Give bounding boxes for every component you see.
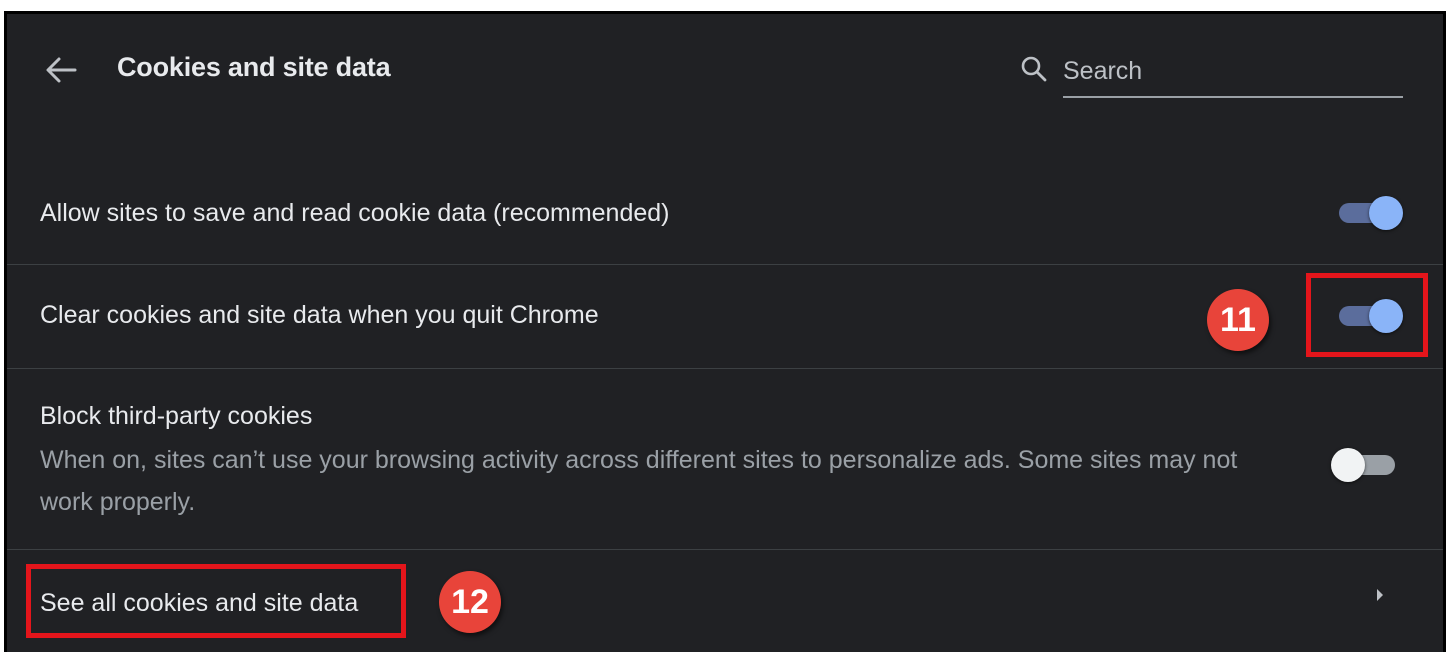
- setting-label: Allow sites to save and read cookie data…: [40, 199, 670, 227]
- search-input[interactable]: [1063, 50, 1403, 98]
- step-badge-11: 11: [1207, 289, 1269, 351]
- back-button[interactable]: [41, 52, 81, 88]
- page-title: Cookies and site data: [117, 52, 391, 82]
- search-box[interactable]: [1019, 50, 1405, 98]
- chevron-right-icon: [1377, 589, 1383, 601]
- arrow-back-icon: [46, 57, 77, 83]
- setting-row-allow-cookies[interactable]: Allow sites to save and read cookie data…: [7, 174, 1443, 264]
- toggle-knob: [1331, 448, 1365, 482]
- block-third-party-toggle[interactable]: [1331, 447, 1397, 482]
- setting-description: When on, sites can’t use your browsing a…: [40, 446, 1238, 516]
- setting-row-block-third-party[interactable]: Block third-party cookies When on, sites…: [7, 369, 1443, 549]
- annotation-highlight-see-all: [26, 564, 406, 638]
- settings-panel: Cookies and site data Allow sites to sav…: [4, 11, 1446, 652]
- toggle-knob: [1369, 196, 1403, 230]
- setting-label: Block third-party cookies: [40, 402, 313, 430]
- setting-label: Clear cookies and site data when you qui…: [40, 301, 599, 329]
- allow-cookies-toggle[interactable]: [1337, 195, 1403, 230]
- page-header: Cookies and site data: [7, 14, 1443, 124]
- step-badge-12: 12: [439, 571, 501, 633]
- annotation-highlight-toggle: [1306, 273, 1428, 357]
- search-icon: [1021, 56, 1047, 82]
